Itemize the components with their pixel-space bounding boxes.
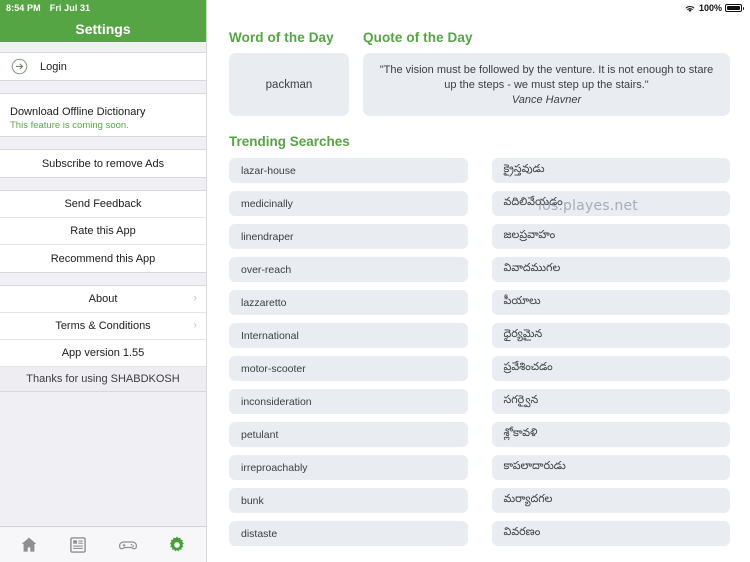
quote-of-the-day-heading: Quote of the Day bbox=[363, 30, 473, 45]
quote-author: Vance Havner bbox=[511, 93, 582, 106]
main-status-bar: 100% bbox=[207, 0, 750, 16]
trending-item[interactable]: medicinally bbox=[229, 191, 468, 216]
chevron-right-icon: › bbox=[193, 292, 197, 305]
battery-full-icon bbox=[725, 4, 744, 12]
chevron-right-icon: › bbox=[193, 319, 197, 332]
trending-item[interactable]: lazzaretto bbox=[229, 290, 468, 315]
status-right-group: 100% bbox=[684, 3, 744, 13]
sidebar-group-feedback: Send Feedback Rate this App Recommend th… bbox=[0, 190, 206, 273]
trending-item[interactable]: పీయాలు bbox=[491, 290, 730, 315]
recommend-this-app-label: Recommend this App bbox=[50, 252, 156, 265]
sidebar-status-bar: 8:54 PM Fri Jul 31 bbox=[0, 0, 206, 16]
sidebar-nav-bar: Settings bbox=[0, 16, 206, 42]
tab-settings[interactable] bbox=[158, 530, 196, 560]
sidebar-group-info: About › Terms & Conditions › App version… bbox=[0, 285, 206, 392]
status-date: Fri Jul 31 bbox=[49, 3, 91, 13]
quote-text: "The vision must be followed by the vent… bbox=[379, 64, 714, 91]
tab-news[interactable] bbox=[59, 530, 97, 560]
sidebar-item-download-offline-dictionary[interactable]: Download Offline Dictionary This feature… bbox=[0, 94, 206, 136]
thanks-label: Thanks for using SHABDKOSH bbox=[26, 373, 180, 385]
main-content: 100% Word of the Day packman Quote of th… bbox=[207, 0, 750, 562]
trending-item[interactable]: lazar-house bbox=[229, 158, 468, 183]
gear-icon bbox=[170, 536, 185, 551]
trending-item[interactable]: వివాదముగల bbox=[491, 257, 730, 282]
trending-item[interactable]: inconsideration bbox=[229, 389, 468, 414]
settings-sidebar: 8:54 PM Fri Jul 31 Settings Login Downlo… bbox=[0, 0, 207, 562]
app-root: 8:54 PM Fri Jul 31 Settings Login Downlo… bbox=[0, 0, 750, 562]
game-controller-icon bbox=[118, 540, 137, 549]
sidebar-group-download: Download Offline Dictionary This feature… bbox=[0, 93, 206, 137]
bottom-tab-bar bbox=[0, 526, 206, 562]
sidebar-group-subscribe: Subscribe to remove Ads bbox=[0, 149, 206, 178]
trending-item[interactable]: కాపలాదారుడు bbox=[491, 455, 730, 480]
battery-percent: 100% bbox=[698, 3, 722, 13]
trending-item[interactable]: International bbox=[229, 323, 468, 348]
rate-this-app-label: Rate this App bbox=[70, 225, 136, 237]
trending-item[interactable]: సగర్వైన bbox=[491, 389, 730, 414]
sidebar-item-app-version: App version 1.55 bbox=[0, 340, 206, 367]
trending-item[interactable]: ధైర్యమైన bbox=[491, 323, 730, 348]
sidebar-item-send-feedback[interactable]: Send Feedback bbox=[0, 191, 206, 218]
sidebar-item-terms-and-conditions[interactable]: Terms & Conditions › bbox=[0, 313, 206, 340]
trending-item[interactable]: మర్యాదగల bbox=[491, 488, 730, 513]
trending-item[interactable]: motor-scooter bbox=[229, 356, 468, 381]
sidebar-item-login-label: Login bbox=[40, 60, 67, 73]
word-of-the-day-section: Word of the Day packman bbox=[229, 30, 349, 116]
about-label: About bbox=[88, 293, 118, 305]
trending-item[interactable]: శ్లోకావళి bbox=[491, 422, 730, 447]
quote-of-the-day-section: Quote of the Day "The vision must be fol… bbox=[363, 30, 730, 116]
subscribe-label: Subscribe to remove Ads bbox=[41, 157, 165, 170]
quote-of-the-day-card[interactable]: "The vision must be followed by the vent… bbox=[363, 53, 730, 116]
trending-item[interactable]: జలప్రవాహం bbox=[491, 224, 730, 249]
word-of-the-day-heading: Word of the Day bbox=[229, 30, 334, 45]
status-time: 8:54 PM bbox=[6, 3, 41, 13]
sidebar-spacer bbox=[0, 42, 206, 52]
download-offline-dictionary-sublabel: This feature is coming soon. bbox=[10, 120, 129, 131]
trending-item[interactable]: ప్రవేశించడం bbox=[491, 356, 730, 381]
sidebar-group-login: Login bbox=[0, 52, 206, 81]
word-of-the-day-card[interactable]: packman bbox=[229, 53, 349, 116]
sidebar-item-rate-this-app[interactable]: Rate this App bbox=[0, 218, 206, 245]
page-title: Settings bbox=[75, 21, 131, 37]
wifi-icon bbox=[685, 5, 695, 12]
trending-item[interactable]: over-reach bbox=[229, 257, 468, 282]
trending-searches-columns: lazar-house medicinally linendraper over… bbox=[229, 158, 730, 546]
sign-in-arrow-circle-icon bbox=[11, 58, 28, 75]
home-icon bbox=[21, 537, 37, 552]
send-feedback-label: Send Feedback bbox=[64, 198, 142, 210]
sidebar-item-subscribe-to-remove-ads[interactable]: Subscribe to remove Ads bbox=[0, 150, 206, 177]
terms-and-conditions-label: Terms & Conditions bbox=[55, 320, 151, 332]
trending-item[interactable]: క్రైస్తవుడు bbox=[491, 158, 730, 183]
word-of-the-day-value: packman bbox=[265, 78, 313, 91]
tab-home[interactable] bbox=[10, 530, 48, 560]
sidebar-thanks-footer: Thanks for using SHABDKOSH bbox=[0, 367, 206, 391]
sidebar-item-recommend-this-app[interactable]: Recommend this App bbox=[0, 245, 206, 272]
trending-item[interactable]: bunk bbox=[229, 488, 468, 513]
trending-item[interactable]: irreproachably bbox=[229, 455, 468, 480]
trending-item[interactable]: distaste bbox=[229, 521, 468, 546]
sidebar-spacer bbox=[0, 81, 206, 93]
sidebar-item-login[interactable]: Login bbox=[0, 53, 206, 80]
trending-searches-heading: Trending Searches bbox=[229, 134, 350, 149]
trending-item[interactable]: వదిలివేయడం bbox=[491, 191, 730, 216]
download-offline-dictionary-label: Download Offline Dictionary bbox=[10, 106, 146, 118]
content-scroll-area[interactable]: Word of the Day packman Quote of the Day… bbox=[207, 16, 750, 546]
top-cards-row: Word of the Day packman Quote of the Day… bbox=[229, 30, 730, 116]
sidebar-spacer bbox=[0, 137, 206, 149]
sidebar-spacer bbox=[0, 273, 206, 285]
trending-right-column: క్రైస్తవుడు వదిలివేయడం జలప్రవాహం వివాదము… bbox=[491, 158, 730, 546]
trending-item[interactable]: linendraper bbox=[229, 224, 468, 249]
sidebar-scroll-area[interactable]: Login Download Offline Dictionary This f… bbox=[0, 42, 206, 526]
trending-item[interactable]: petulant bbox=[229, 422, 468, 447]
trending-item[interactable]: వివరణం bbox=[491, 521, 730, 546]
trending-left-column: lazar-house medicinally linendraper over… bbox=[229, 158, 468, 546]
article-list-icon bbox=[70, 536, 87, 553]
sidebar-item-about[interactable]: About › bbox=[0, 286, 206, 313]
tab-games[interactable] bbox=[109, 530, 147, 560]
sidebar-spacer bbox=[0, 178, 206, 190]
app-version-label: App version 1.55 bbox=[61, 347, 145, 359]
